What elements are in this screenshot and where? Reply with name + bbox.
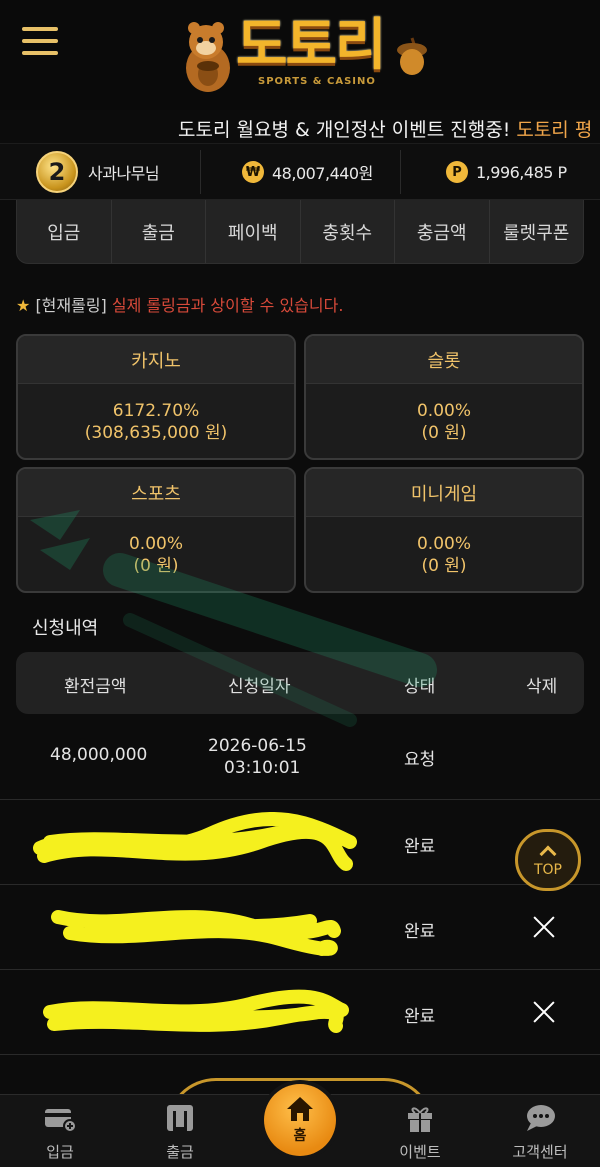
notice-label: [현재롤링] [35,296,107,315]
delete-x-icon[interactable] [532,915,556,939]
gift-icon [408,1107,432,1132]
redaction-scribble [43,989,349,1033]
nav-label: 입금 [46,1143,74,1161]
quick-menu-tabs: 입금 출금 페이백 충횟수 충금액 룰렛쿠폰 [16,200,584,264]
row-status: 완료 [404,922,436,942]
tab-charge-amount[interactable]: 충금액 [395,200,490,263]
user-profile[interactable]: 2 사과나무님 [36,144,160,200]
chat-bubble-icon [527,1105,555,1131]
rolling-notice: ★ [현재롤링] 실제 롤링금과 상이할 수 있습니다. [16,292,343,316]
nav-event[interactable]: 이벤트 [370,1103,470,1162]
logo-wordmark: 도토리 [236,13,387,78]
won-coin-icon: ₩ [242,161,264,183]
nav-deposit[interactable]: 입금 [10,1103,110,1162]
delete-x-icon[interactable] [532,1000,556,1024]
card-title: 카지노 [18,336,294,384]
site-logo[interactable]: 도토리 SPORTS & CASINO [178,10,428,94]
table-row: 완료 [0,885,600,970]
rolling-percent: 0.00% [416,401,471,421]
username: 사과나무님 [88,164,160,183]
tab-charge-count[interactable]: 충횟수 [301,200,395,263]
balance-amount: 48,007,440원 [272,164,373,183]
nav-label: 출금 [166,1143,194,1161]
nav-customer-center[interactable]: 고객센터 [490,1103,590,1162]
squirrel-mascot-icon [186,22,230,92]
ticker-message-next: 도토리 평 [510,119,593,141]
home-icon [287,1097,313,1121]
row-status: 완료 [404,837,436,857]
rolling-percent: 6172.70% [112,401,200,421]
tab-deposit[interactable]: 입금 [17,200,112,263]
tab-withdraw[interactable]: 출금 [112,200,206,263]
ticker-message: 도토리 월요병 & 개인정산 이벤트 진행중! [178,119,511,141]
row-time: 03:10:01 [224,758,301,778]
level-badge: 2 [36,151,78,193]
notice-text: 실제 롤링금과 상이할 수 있습니다. [106,296,344,315]
redaction-scribble [51,910,341,956]
points-display[interactable]: P 1,996,485 P [446,144,567,200]
rolling-amount: (308,635,000 원) [84,423,228,443]
column-header-delete: 삭제 [526,677,558,697]
nav-withdraw[interactable]: 출금 [130,1103,230,1162]
points-amount: 1,996,485 P [476,162,567,182]
nav-label: 이벤트 [399,1143,441,1161]
scroll-top-button[interactable]: TOP [515,829,581,891]
announcement-ticker[interactable]: 도토리 월요병 & 개인정산 이벤트 진행중! 도토리 평 [0,110,600,144]
star-icon: ★ [16,296,31,315]
top-label: TOP [533,862,562,878]
tab-roulette-coupon[interactable]: 룰렛쿠폰 [490,200,584,263]
watermark-logo [30,510,437,727]
menu-icon[interactable] [22,27,58,55]
ticker-text: 도토리 월요병 & 개인정산 이벤트 진행중! 도토리 평 [178,115,592,142]
deposit-card-icon [45,1109,77,1133]
table-row: 완료 [0,800,600,885]
point-coin-icon: P [446,161,468,183]
chevron-up-icon [539,845,557,863]
balance-display[interactable]: ₩ 48,007,440원 [242,144,373,200]
tab-payback[interactable]: 페이백 [206,200,301,263]
user-info-bar: 2 사과나무님 ₩ 48,007,440원 P 1,996,485 P [0,144,600,200]
rolling-card-casino: 카지노 6172.70% (308,635,000 원) [16,334,296,460]
acorn-icon [397,37,427,75]
nav-label: 홈 [293,1128,307,1144]
nav-label: 고객센터 [512,1143,568,1161]
row-status: 완료 [404,1007,436,1027]
redaction-scribble [33,812,357,871]
withdraw-atm-icon [167,1105,193,1131]
logo-subtitle: SPORTS & CASINO [258,76,376,87]
card-title: 슬롯 [306,336,582,384]
rolling-card-slot: 슬롯 0.00% (0 원) [304,334,584,460]
table-row: 완료 [0,970,600,1055]
app-header: 도토리 SPORTS & CASINO [0,0,600,110]
rolling-amount: (0 원) [421,423,467,443]
nav-home[interactable]: 홈 [264,1084,336,1156]
